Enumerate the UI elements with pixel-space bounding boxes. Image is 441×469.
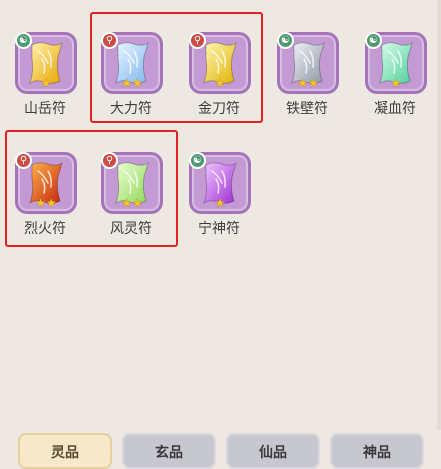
star-icon: ★ bbox=[214, 76, 226, 90]
talisman-item[interactable]: ⚲ ★★ 大力符 bbox=[92, 8, 170, 117]
talisman-item[interactable]: ☯ ★ 凝血符 bbox=[356, 8, 434, 117]
star-rating: ★ bbox=[18, 74, 74, 90]
talisman-label: 烈火符 bbox=[24, 221, 66, 237]
talisman-item[interactable]: ⚲ ★★ 风灵符 bbox=[92, 128, 170, 237]
tab-3[interactable]: 神品 bbox=[330, 433, 424, 469]
talisman-card[interactable]: ☯ ★ bbox=[365, 32, 427, 94]
talisman-item[interactable]: ☯ ★ 宁神符 bbox=[180, 128, 258, 237]
talisman-card[interactable]: ⚲ ★ bbox=[189, 32, 251, 94]
star-icon: ★ bbox=[308, 76, 319, 90]
talisman-label: 铁壁符 bbox=[286, 101, 328, 117]
person-icon: ⚲ bbox=[101, 152, 118, 169]
taiji-icon: ☯ bbox=[15, 32, 32, 49]
star-icon: ★ bbox=[121, 196, 132, 210]
taiji-icon: ☯ bbox=[277, 32, 294, 49]
star-icon: ★ bbox=[121, 76, 132, 90]
talisman-item[interactable]: ⚲ ★ 金刀符 bbox=[180, 8, 258, 117]
tab-bar: 灵品 玄品 仙品 神品 bbox=[0, 430, 441, 469]
person-icon: ⚲ bbox=[101, 32, 118, 49]
star-icon: ★ bbox=[35, 196, 46, 210]
talisman-label: 风灵符 bbox=[110, 221, 152, 237]
star-rating: ★ bbox=[368, 74, 424, 90]
star-icon: ★ bbox=[132, 196, 143, 210]
star-icon: ★ bbox=[390, 76, 402, 90]
star-icon: ★ bbox=[297, 76, 308, 90]
talisman-label: 金刀符 bbox=[198, 101, 240, 117]
star-rating: ★ bbox=[192, 74, 248, 90]
star-icon: ★ bbox=[132, 76, 143, 90]
talisman-label: 凝血符 bbox=[374, 101, 416, 117]
talisman-item[interactable]: ☯ ★ 山岳符 bbox=[6, 8, 84, 117]
star-icon: ★ bbox=[40, 76, 52, 90]
tab-1[interactable]: 玄品 bbox=[122, 433, 216, 469]
star-icon: ★ bbox=[46, 196, 57, 210]
talisman-card[interactable]: ⚲ ★★ bbox=[101, 32, 163, 94]
scrollbar[interactable] bbox=[437, 0, 441, 430]
tab-2[interactable]: 仙品 bbox=[226, 433, 320, 469]
talisman-card[interactable]: ⚲ ★★ bbox=[101, 152, 163, 214]
talisman-label: 山岳符 bbox=[24, 101, 66, 117]
star-rating: ★ bbox=[192, 194, 248, 210]
talisman-grid: ☯ ★ 山岳符 ⚲ ★★ 大力符 ⚲ ★ 金刀符 ☯ ★★ 铁壁符 ☯ ★ 凝血… bbox=[0, 0, 441, 430]
taiji-icon: ☯ bbox=[365, 32, 382, 49]
person-icon: ⚲ bbox=[189, 32, 206, 49]
talisman-card[interactable]: ☯ ★ bbox=[189, 152, 251, 214]
star-rating: ★★ bbox=[104, 194, 160, 210]
tab-0[interactable]: 灵品 bbox=[18, 433, 112, 469]
star-rating: ★★ bbox=[104, 74, 160, 90]
talisman-item[interactable]: ☯ ★★ 铁壁符 bbox=[268, 8, 346, 117]
star-icon: ★ bbox=[214, 196, 226, 210]
talisman-card[interactable]: ⚲ ★★ bbox=[15, 152, 77, 214]
star-rating: ★★ bbox=[280, 74, 336, 90]
talisman-item[interactable]: ⚲ ★★ 烈火符 bbox=[6, 128, 84, 237]
star-rating: ★★ bbox=[18, 194, 74, 210]
talisman-label: 大力符 bbox=[110, 101, 152, 117]
talisman-card[interactable]: ☯ ★★ bbox=[277, 32, 339, 94]
taiji-icon: ☯ bbox=[189, 152, 206, 169]
talisman-label: 宁神符 bbox=[198, 221, 240, 237]
talisman-card[interactable]: ☯ ★ bbox=[15, 32, 77, 94]
person-icon: ⚲ bbox=[15, 152, 32, 169]
